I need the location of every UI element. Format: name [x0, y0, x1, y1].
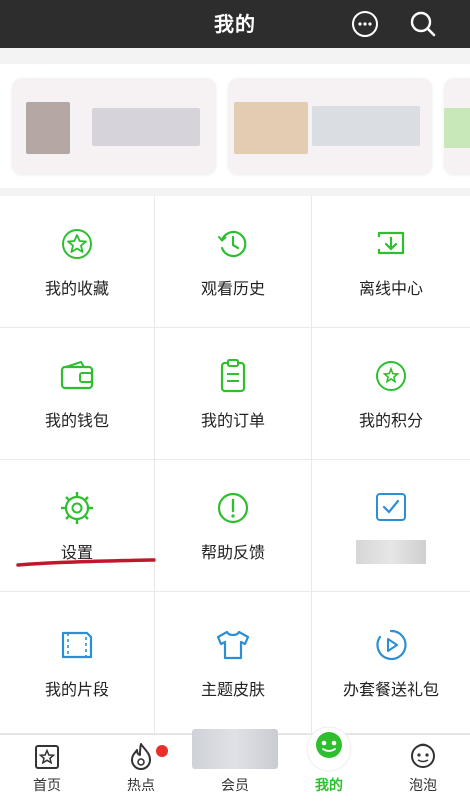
grid-item-history[interactable]: 观看历史: [155, 196, 312, 328]
tab-label: 会员: [221, 778, 249, 794]
tab-label: 首页: [33, 778, 61, 794]
points-icon: [376, 360, 406, 391]
search-icon: [410, 11, 436, 37]
gear-icon: [61, 491, 93, 524]
help-icon: [217, 492, 249, 523]
recommend-card[interactable]: [228, 78, 432, 174]
grid-item-label: 离线中心: [358, 278, 423, 298]
chat-button[interactable]: [349, 8, 381, 40]
page-title: 我的: [214, 12, 256, 36]
recommend-strip: [0, 64, 470, 188]
flame-icon: [131, 743, 151, 770]
grid-item-clips[interactable]: 我的片段: [0, 592, 155, 734]
checkbox-icon: [376, 492, 406, 521]
tab-home[interactable]: 首页: [0, 735, 94, 801]
grid-item-help[interactable]: 帮助反馈: [155, 460, 312, 592]
tab-label: 我的: [315, 778, 343, 794]
grid-item-label: 我的片段: [44, 679, 109, 699]
mine-icon: [306, 726, 352, 772]
grid-item-offline[interactable]: 离线中心: [312, 196, 470, 328]
recommend-card[interactable]: [12, 78, 216, 174]
star-icon: [62, 228, 92, 259]
blurred-label: [356, 539, 426, 564]
grid-item-blurred[interactable]: [312, 460, 470, 592]
grid-item-label: 观看历史: [200, 278, 265, 298]
history-clock-icon: [218, 230, 247, 257]
tab-bubble[interactable]: 泡泡: [376, 735, 470, 801]
recommend-card[interactable]: [444, 78, 470, 174]
tab-label: 热点: [127, 778, 155, 794]
home-star-icon: [35, 745, 59, 769]
clip-icon: [61, 631, 93, 658]
feature-grid: 我的收藏 观看历史 离线中心 我的钱包 我的订单 我的积分 设置 帮助反馈 我的…: [0, 196, 470, 734]
tab-vip[interactable]: 会员: [188, 729, 282, 801]
blurred-thumbnail: [444, 108, 470, 148]
grid-item-label: 帮助反馈: [200, 542, 265, 562]
blurred-thumbnail: [234, 102, 308, 154]
grid-item-label: 我的钱包: [44, 410, 109, 430]
tshirt-icon: [216, 630, 250, 659]
wallet-icon: [60, 360, 94, 389]
grid-item-label: 我的订单: [200, 410, 265, 430]
tab-mine[interactable]: 我的: [282, 726, 376, 801]
grid-item-settings[interactable]: 设置: [0, 460, 155, 592]
vip-icon: [192, 729, 278, 769]
grid-item-wallet[interactable]: 我的钱包: [0, 328, 155, 460]
download-icon: [377, 231, 405, 254]
grid-item-favorites[interactable]: 我的收藏: [0, 196, 155, 328]
tab-label: 泡泡: [409, 778, 437, 794]
bubble-icon: [411, 743, 435, 768]
notification-badge: [156, 745, 168, 757]
grid-item-label: 办套餐送礼包: [342, 679, 439, 699]
order-clipboard-icon: [220, 358, 246, 392]
search-button[interactable]: [407, 8, 439, 40]
bottom-tab-bar: 首页 热点 会员 我的 泡泡: [0, 726, 470, 801]
grid-item-orders[interactable]: 我的订单: [155, 328, 312, 460]
grid-item-label: 主题皮肤: [200, 679, 265, 699]
grid-item-points[interactable]: 我的积分: [312, 328, 470, 460]
grid-item-label: 我的收藏: [44, 278, 109, 298]
red-underline-annotation: [16, 558, 156, 567]
play-icon: [376, 629, 407, 660]
grid-item-package[interactable]: 办套餐送礼包: [312, 592, 470, 734]
grid-item-theme[interactable]: 主题皮肤: [155, 592, 312, 734]
blurred-text: [92, 108, 200, 146]
blurred-thumbnail: [26, 102, 70, 154]
chat-bubble-icon: [352, 11, 378, 37]
grid-item-label: 我的积分: [358, 410, 423, 430]
top-bar: 我的: [0, 0, 470, 48]
blurred-text: [312, 106, 420, 146]
tab-hot[interactable]: 热点: [94, 735, 188, 801]
